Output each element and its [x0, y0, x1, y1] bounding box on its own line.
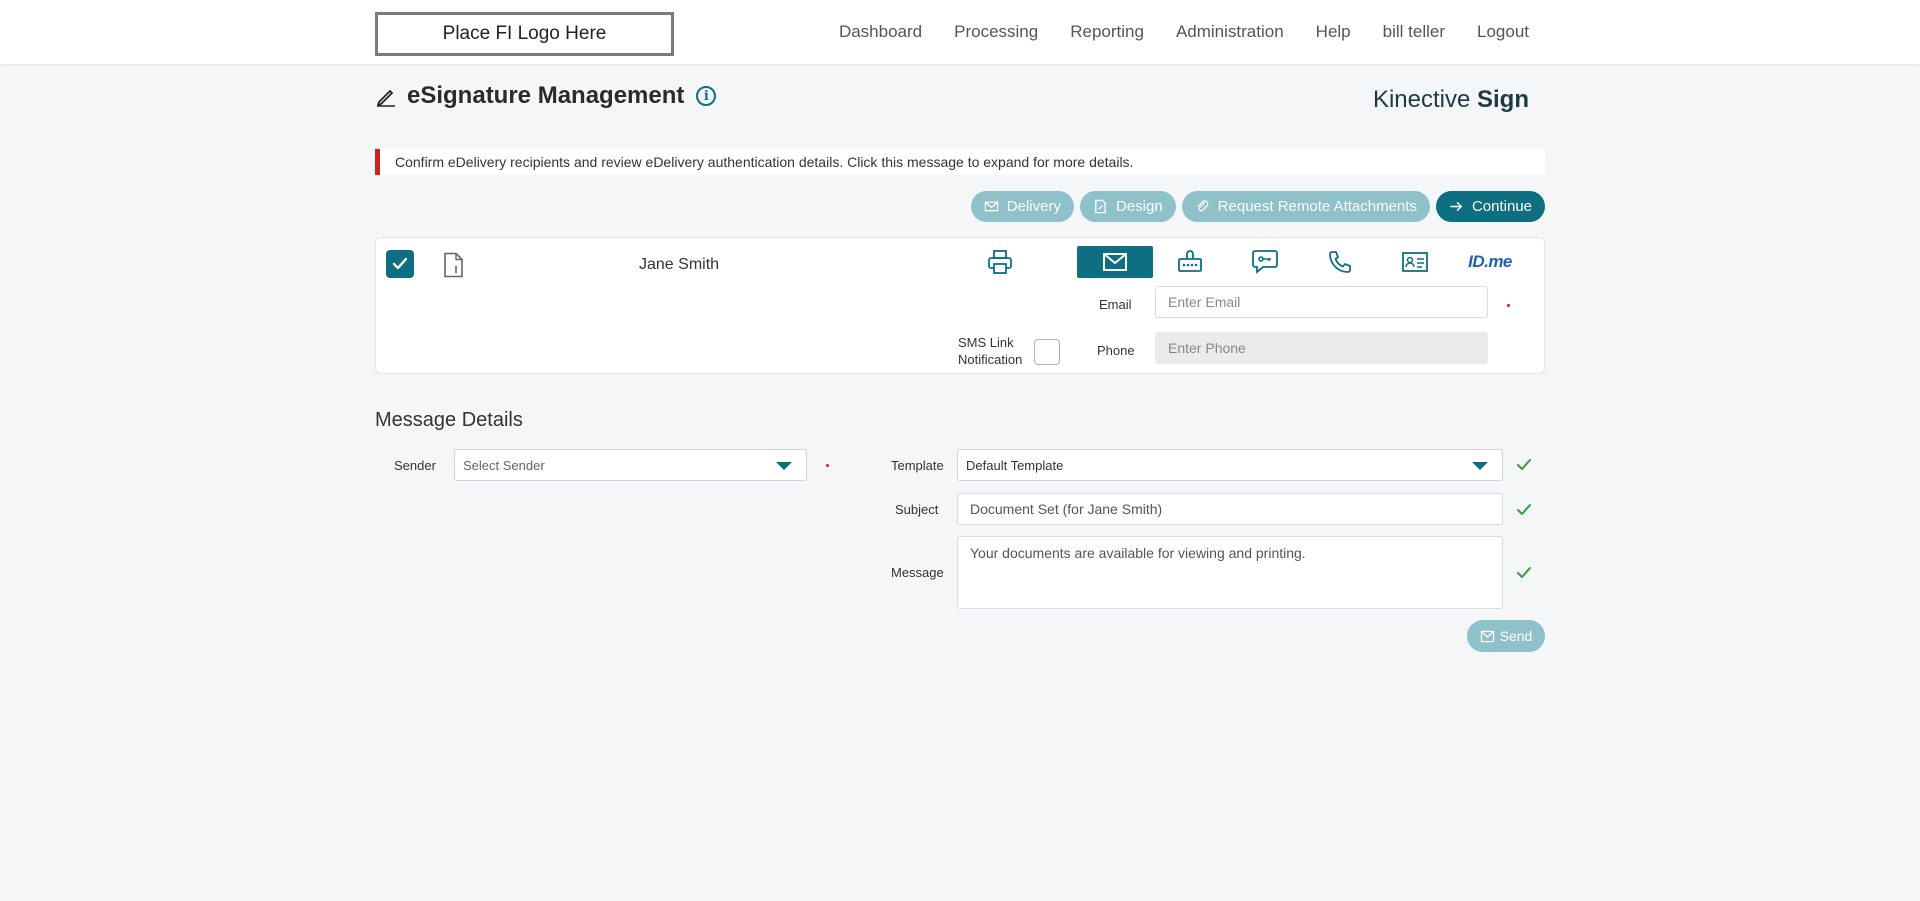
paperclip-icon [1197, 200, 1208, 212]
subject-label: Subject [895, 502, 939, 517]
chevron-down-icon [1472, 462, 1488, 470]
delivery-button[interactable]: Delivery [970, 191, 1074, 222]
main-nav: Dashboard Processing Reporting Administr… [839, 0, 1529, 64]
sender-select-value: Select Sender [463, 457, 545, 473]
design-button[interactable]: Design [1079, 191, 1176, 222]
template-select-value: Default Template [966, 457, 1064, 473]
info-icon[interactable]: i [696, 86, 717, 106]
idme-method[interactable]: ID.me [1452, 246, 1528, 278]
email-required-indicator [1507, 304, 1510, 307]
arrow-right-icon [1450, 202, 1462, 211]
kba-method[interactable] [1152, 246, 1228, 278]
nav-logout[interactable]: Logout [1477, 22, 1529, 42]
phone-label: Phone [1097, 343, 1135, 358]
nav-user-menu[interactable]: bill teller [1383, 22, 1445, 42]
phone-input[interactable] [1155, 332, 1488, 364]
signature-pen-icon [377, 90, 395, 107]
message-textarea[interactable]: Your documents are available for viewing… [957, 536, 1503, 609]
request-remote-attachments-label: Request Remote Attachments [1217, 198, 1417, 215]
action-buttons: Delivery Design Request Remote Attachmen… [970, 191, 1545, 222]
delivery-button-label: Delivery [1006, 198, 1061, 215]
recipient-name: Jane Smith [639, 256, 720, 273]
email-icon [1103, 253, 1127, 271]
nav-dashboard[interactable]: Dashboard [839, 22, 922, 42]
envelope-icon [1480, 630, 1494, 642]
email-label: Email [1099, 297, 1132, 312]
send-button-label: Send [1499, 628, 1533, 644]
sender-select[interactable]: Select Sender [454, 449, 807, 481]
id-card-method[interactable] [1377, 246, 1453, 278]
nav-processing[interactable]: Processing [954, 22, 1038, 42]
recipient-card: Jane Smith ID.me Email SMS Link Notifica… [375, 237, 1545, 374]
recipient-select-checkbox[interactable] [386, 250, 414, 278]
sender-required-indicator [826, 464, 829, 467]
subject-input[interactable] [957, 493, 1503, 525]
template-select[interactable]: Default Template [957, 449, 1503, 481]
document-icon[interactable] [442, 252, 466, 278]
nav-administration[interactable]: Administration [1176, 22, 1284, 42]
template-valid-check-icon [1517, 459, 1531, 470]
brand-bold-text: Sign [1477, 86, 1529, 113]
brand-light-text: Kinective [1372, 86, 1477, 113]
template-label: Template [891, 458, 944, 473]
page-title: eSignature Management [407, 82, 685, 109]
request-remote-attachments-button[interactable]: Request Remote Attachments [1181, 191, 1430, 222]
print-method[interactable] [962, 246, 1038, 278]
fi-logo-placeholder[interactable]: Place FI Logo Here [375, 12, 674, 56]
sms-passcode-icon [1252, 250, 1278, 274]
nav-reporting[interactable]: Reporting [1070, 22, 1144, 42]
email-input[interactable] [1155, 286, 1488, 318]
sender-label: Sender [394, 458, 436, 473]
sms-passcode-method[interactable] [1227, 246, 1303, 278]
continue-button-label: Continue [1471, 198, 1532, 215]
chevron-down-icon [776, 462, 792, 470]
page-header: eSignature Management i [375, 82, 717, 110]
message-label: Message [891, 565, 944, 580]
send-button[interactable]: Send [1467, 620, 1545, 652]
design-button-label: Design [1115, 198, 1163, 215]
envelope-icon [984, 201, 999, 212]
kinective-sign-logo: Kinective Sign [1373, 86, 1529, 114]
email-method[interactable] [1077, 246, 1153, 278]
id-card-icon [1402, 252, 1428, 272]
subject-valid-check-icon [1517, 504, 1531, 515]
idme-icon: ID.me [1468, 252, 1512, 271]
edelivery-alert-message[interactable]: Confirm eDelivery recipients and review … [375, 149, 1545, 175]
message-details-title: Message Details [375, 409, 523, 431]
top-navigation-bar: Place FI Logo Here Dashboard Processing … [0, 0, 1920, 64]
nav-help[interactable]: Help [1316, 22, 1351, 42]
phone-icon [1329, 251, 1351, 273]
continue-button[interactable]: Continue [1435, 191, 1545, 222]
phone-method[interactable] [1302, 246, 1378, 278]
kba-icon [1178, 250, 1202, 272]
checkmark-icon [392, 257, 408, 270]
sms-link-notification-label: SMS Link Notification [958, 335, 1023, 367]
document-edit-icon [1095, 199, 1106, 214]
sms-link-notification-checkbox[interactable] [1034, 339, 1060, 365]
print-icon [988, 250, 1012, 274]
message-valid-check-icon [1517, 567, 1531, 578]
